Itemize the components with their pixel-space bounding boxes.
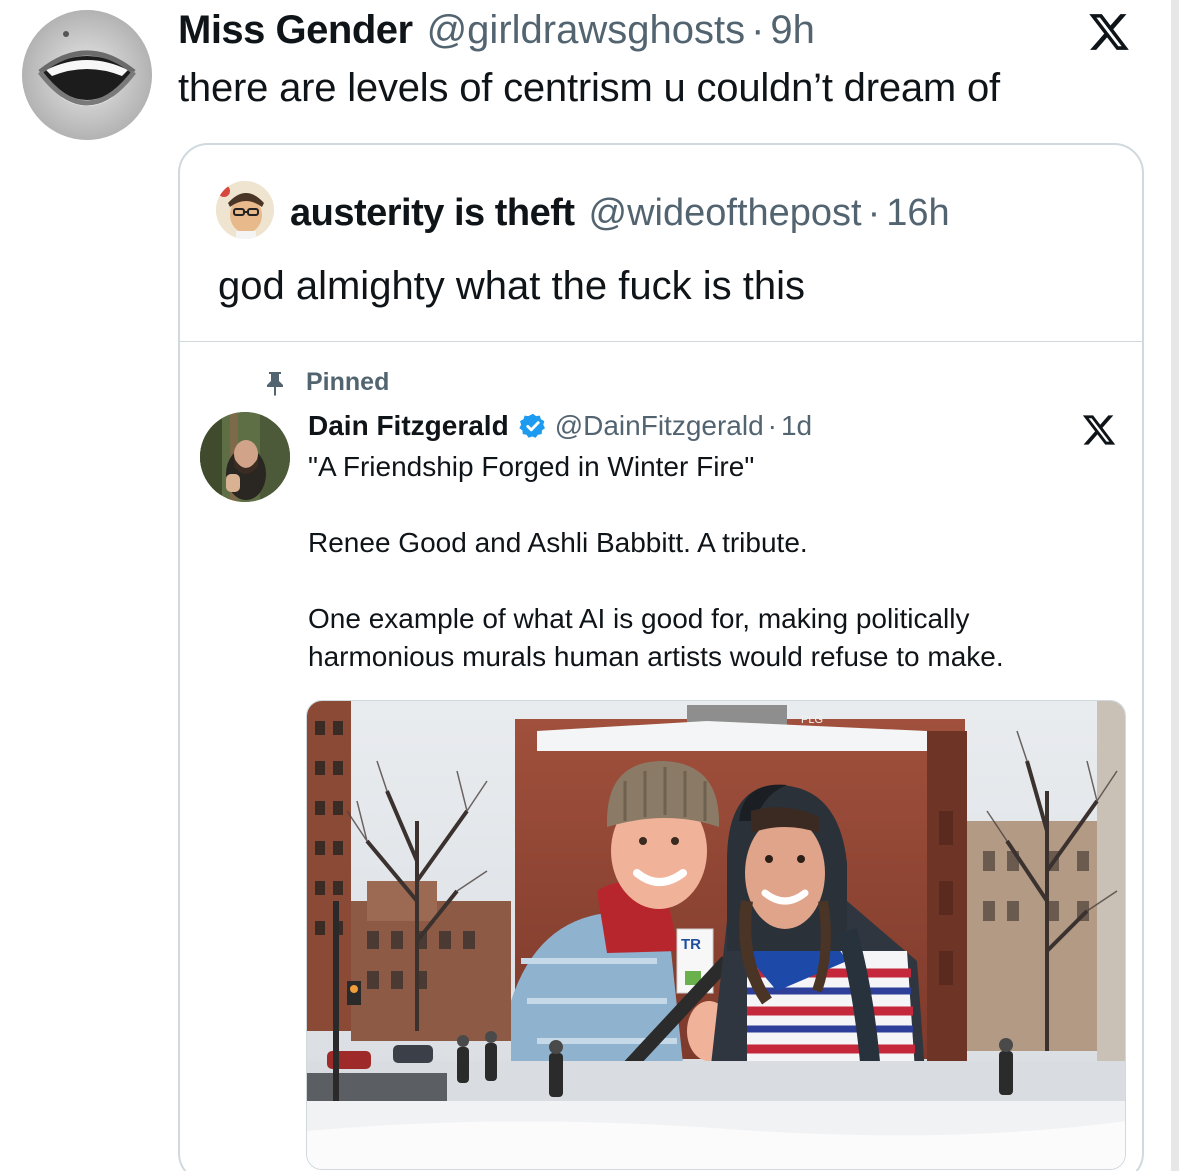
avatar[interactable]: [216, 181, 274, 239]
embedded-tweet-header: Dain Fitzgerald @DainFitzgerald · 1d: [308, 406, 812, 446]
tweet-text: god almighty what the fuck is this: [218, 264, 805, 308]
display-name[interactable]: Dain Fitzgerald: [308, 410, 509, 442]
scrollbar-track: [1171, 0, 1179, 1171]
handle[interactable]: @girldrawsghosts: [427, 6, 746, 54]
timestamp[interactable]: 16h: [886, 185, 949, 241]
embedded-tweet-title: "A Friendship Forged in Winter Fire": [308, 451, 755, 482]
quoted-tweet-card[interactable]: austerity is theft @wideofthepost · 16h …: [178, 143, 1144, 1171]
pinned-indicator: Pinned: [264, 368, 389, 397]
handle[interactable]: @wideofthepost: [589, 185, 862, 241]
outer-tweet-header: Miss Gender @girldrawsghosts · 9h: [178, 6, 815, 54]
avatar[interactable]: [200, 412, 290, 502]
avatar[interactable]: [22, 10, 152, 140]
x-logo-icon: [1080, 412, 1118, 448]
separator: ·: [751, 8, 765, 52]
x-logo-icon: [1086, 10, 1132, 54]
separator: ·: [867, 192, 881, 234]
embedded-tweet-paragraph: Renee Good and Ashli Babbitt. A tribute.: [308, 527, 808, 558]
embedded-tweet-screenshot: Pinned Dain Fitzgerald @DainFitzgerald ·: [180, 342, 1142, 1171]
pinned-label: Pinned: [306, 368, 390, 396]
roof-sign-text: PLG: [801, 714, 823, 726]
display-name[interactable]: austerity is theft: [290, 185, 575, 241]
timestamp[interactable]: 1d: [781, 410, 812, 442]
mural-photo[interactable]: PLG TR: [306, 700, 1126, 1170]
tweet-text: there are levels of centrism u couldn’t …: [178, 66, 1000, 110]
embedded-tweet-paragraph: harmonious murals human artists would re…: [308, 641, 1004, 672]
pin-icon: [267, 371, 283, 396]
embedded-tweet-paragraph: One example of what AI is good for, maki…: [308, 603, 970, 634]
timestamp[interactable]: 9h: [770, 6, 815, 54]
separator: ·: [767, 410, 777, 441]
verified-badge-icon: [519, 413, 545, 438]
handle[interactable]: @DainFitzgerald: [555, 410, 764, 442]
quoted-tweet-header: austerity is theft @wideofthepost · 16h: [290, 185, 950, 241]
card-text: TR: [681, 936, 701, 953]
display-name[interactable]: Miss Gender: [178, 6, 413, 54]
